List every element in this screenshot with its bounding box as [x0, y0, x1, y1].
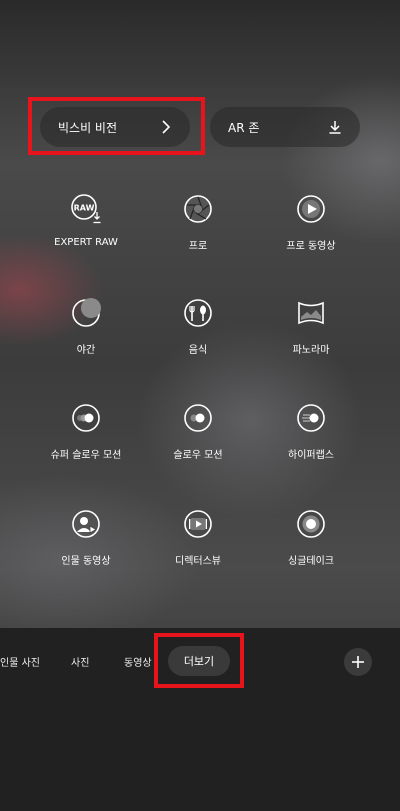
mode-label: 파노라마 [292, 345, 330, 356]
download-icon [329, 121, 341, 134]
mode-hyperlapse[interactable]: 하이퍼랩스 [256, 402, 366, 482]
add-mode-button[interactable] [344, 648, 372, 676]
moon-icon [72, 298, 101, 327]
mode-food[interactable]: 음식 [143, 297, 253, 377]
single-take-icon [297, 510, 325, 538]
mode-label: 프로 동영상 [286, 241, 336, 252]
tab-portrait[interactable]: 인물 사진 [0, 654, 40, 669]
mode-label: 야간 [76, 345, 96, 356]
fork-knife-icon [184, 299, 212, 327]
hyperlapse-icon [297, 404, 325, 432]
ar-zone-button[interactable]: AR 존 [210, 107, 360, 147]
tab-more-label: 더보기 [183, 655, 215, 668]
slow-motion-icon [184, 404, 212, 432]
mode-pro[interactable]: 프로 [143, 193, 253, 273]
directors-view-icon [184, 510, 212, 538]
aperture-icon [184, 195, 212, 223]
tab-photo[interactable]: 사진 [71, 654, 89, 669]
portrait-video-icon [72, 510, 100, 538]
tab-video[interactable]: 동영상 [124, 654, 152, 669]
play-circle-icon [297, 195, 325, 223]
mode-label: 인물 동영상 [61, 556, 111, 567]
mode-label: EXPERT RAW [54, 237, 118, 248]
mode-super-slow-motion[interactable]: 슈퍼 슬로우 모션 [31, 402, 141, 482]
plus-icon [352, 656, 364, 668]
mode-label: 하이퍼랩스 [288, 450, 334, 461]
chevron-right-icon [162, 120, 171, 134]
mode-expert-raw[interactable]: RAW EXPERT RAW [31, 193, 141, 273]
ar-zone-label: AR 존 [228, 120, 260, 135]
mode-night[interactable]: 야간 [31, 297, 141, 377]
mode-label: 슈퍼 슬로우 모션 [50, 450, 122, 461]
bixby-vision-label: 빅스비 비전 [58, 120, 118, 135]
mode-label: 슬로우 모션 [173, 450, 223, 461]
mode-panorama[interactable]: 파노라마 [256, 297, 366, 377]
super-slow-motion-icon [72, 404, 100, 432]
raw-download-icon: RAW [71, 194, 101, 224]
mode-portrait-video[interactable]: 인물 동영상 [31, 508, 141, 588]
mode-pro-video[interactable]: 프로 동영상 [256, 193, 366, 273]
mode-label: 프로 [188, 241, 208, 252]
mode-directors-view[interactable]: 디렉터스뷰 [143, 508, 253, 588]
mode-single-take[interactable]: 싱글테이크 [256, 508, 366, 588]
svg-text:RAW: RAW [74, 204, 95, 213]
bixby-vision-button[interactable]: 빅스비 비전 [40, 107, 190, 147]
mode-slow-motion[interactable]: 슬로우 모션 [143, 402, 253, 482]
tab-more[interactable]: 더보기 [168, 646, 230, 676]
mode-label: 디렉터스뷰 [175, 556, 221, 567]
mode-label: 싱글테이크 [288, 556, 334, 567]
panorama-icon [298, 301, 324, 325]
mode-label: 음식 [188, 345, 208, 356]
